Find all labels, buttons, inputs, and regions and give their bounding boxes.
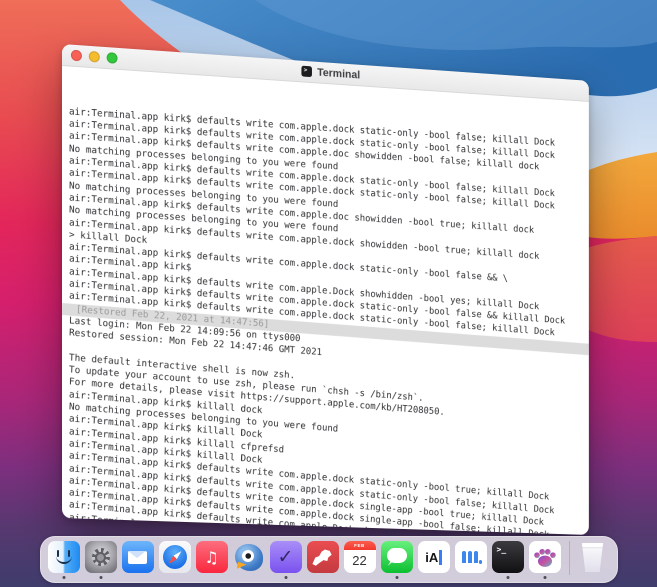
messages-icon (381, 541, 413, 573)
dock-item-bear[interactable] (307, 541, 339, 573)
dock[interactable]: FEB 22 iA >_ (40, 536, 618, 583)
system-preferences-icon (85, 541, 117, 573)
running-indicator (62, 576, 65, 579)
calendar-icon: FEB 22 (344, 541, 376, 573)
ia-writer-icon: iA (418, 541, 450, 573)
running-indicator (506, 576, 509, 579)
close-button[interactable] (71, 50, 82, 62)
calendar-month: FEB (344, 541, 376, 550)
mimestream-icon (455, 541, 487, 573)
omnifocus-icon (270, 541, 302, 573)
running-indicator (99, 576, 102, 579)
zoom-button[interactable] (107, 52, 118, 64)
dock-item-terminal[interactable]: >_ (492, 541, 524, 573)
ia-writer-label: iA (425, 550, 438, 565)
dock-item-mimestream[interactable] (455, 541, 487, 573)
terminal-prompt-glyph: >_ (497, 545, 507, 555)
traffic-lights (71, 50, 118, 64)
trash-icon (581, 543, 605, 572)
bear-icon (307, 541, 339, 573)
running-indicator (284, 576, 287, 579)
dock-item-finder[interactable] (48, 541, 80, 573)
dock-item-twitterrific[interactable] (233, 541, 265, 573)
terminal-output[interactable]: air:Terminal.app kirk$ defaults write co… (62, 66, 589, 535)
music-icon (196, 541, 228, 573)
calendar-day: 22 (344, 550, 376, 573)
dock-item-music[interactable] (196, 541, 228, 573)
dock-item-ia-writer[interactable]: iA (418, 541, 450, 573)
dock-item-system-preferences[interactable] (85, 541, 117, 573)
safari-icon (159, 541, 191, 573)
dock-item-paw-app[interactable] (529, 541, 561, 573)
bird-beak (237, 561, 247, 569)
running-indicator (395, 576, 398, 579)
dock-separator (569, 541, 570, 575)
twitterrific-icon (233, 541, 265, 573)
dock-item-safari[interactable] (159, 541, 191, 573)
running-indicator (543, 576, 546, 579)
dock-item-omnifocus[interactable] (270, 541, 302, 573)
terminal-title-icon (302, 66, 313, 78)
paw-app-icon (529, 541, 561, 573)
minimize-button[interactable] (89, 51, 100, 63)
terminal-window[interactable]: Terminal air:Terminal.app kirk$ defaults… (62, 44, 589, 535)
dock-item-mail[interactable] (122, 541, 154, 573)
finder-icon (48, 541, 80, 573)
mail-icon (122, 541, 154, 573)
dock-item-trash[interactable] (578, 541, 610, 573)
dock-item-messages[interactable] (381, 541, 413, 573)
ia-writer-caret (439, 550, 442, 565)
dock-item-calendar[interactable]: FEB 22 (344, 541, 376, 573)
window-title: Terminal (317, 66, 360, 81)
terminal-icon: >_ (492, 541, 524, 573)
